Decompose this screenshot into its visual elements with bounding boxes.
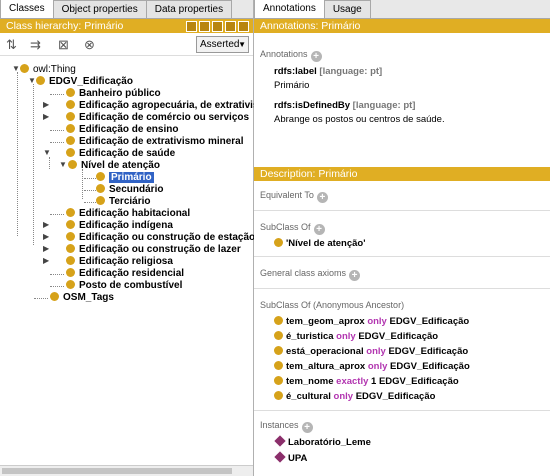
hierarchy-toolbar: ⇅ ⇉ ⊠ ⊗ Asserted ▼: [0, 33, 253, 56]
collapse-toggle-icon[interactable]: ▼: [43, 148, 51, 157]
equivalent-label: Equivalent To: [260, 190, 314, 200]
minimize-icon[interactable]: [212, 21, 223, 32]
class-hierarchy-title: Class hierarchy: Primário: [6, 20, 124, 32]
add-instance-button[interactable]: +: [301, 422, 313, 433]
subclass-section: SubClass Of +: [260, 222, 325, 235]
right-tabbar: Annotations Usage: [254, 0, 550, 19]
tree-node[interactable]: Posto de combustível: [66, 280, 182, 292]
deprecate-icon[interactable]: ⊗: [84, 37, 95, 53]
subclass-item[interactable]: 'Nível de atenção': [274, 238, 366, 249]
expand-toggle-icon[interactable]: ▶: [43, 220, 49, 229]
asserted-value: Asserted: [200, 39, 240, 50]
tree-node[interactable]: Edificação ou construção de lazer: [66, 244, 241, 256]
equivalent-section: Equivalent To +: [260, 190, 328, 203]
tree-node[interactable]: Edificação de comércio ou serviços: [66, 112, 249, 124]
tree-node[interactable]: Edificação de extrativismo mineral: [66, 136, 244, 148]
annotation-value: Abrange os postos ou centros de saúde.: [274, 114, 445, 125]
add-subclass-button[interactable]: +: [313, 224, 325, 235]
restriction-item[interactable]: tem_altura_aprox only EDGV_Edificação: [274, 361, 470, 372]
expand-toggle-icon[interactable]: ▶: [43, 232, 49, 241]
annotation-defined-row: rdfs:isDefinedBy [language: pt]: [274, 100, 415, 111]
expand-toggle-icon[interactable]: ▶: [43, 100, 49, 109]
axioms-label: General class axioms: [260, 268, 347, 278]
expand-toggle-icon[interactable]: ▶: [43, 244, 49, 253]
tree-node[interactable]: Edificação religiosa: [66, 256, 173, 268]
tab-object-properties[interactable]: Object properties: [52, 0, 147, 18]
class-tree: ▼ owl:Thing ▼ EDGV_Edificação Banheiro p…: [0, 64, 274, 464]
scrollbar-thumb[interactable]: [2, 468, 232, 474]
tree-node[interactable]: Edificação residencial: [66, 268, 184, 280]
annotations-section-label: Annotations: [260, 49, 308, 59]
add-subclass-icon[interactable]: ⇅: [6, 37, 17, 53]
restriction-item[interactable]: está_operacional only EDGV_Edificação: [274, 346, 468, 357]
annotations-header: Annotations: Primário: [254, 19, 550, 33]
description-title: Description: Primário: [260, 168, 358, 180]
tree-node-nivel[interactable]: Nível de atenção: [68, 160, 160, 172]
collapse-toggle-icon[interactable]: ▼: [12, 64, 20, 73]
chevron-down-icon: ▼: [238, 40, 246, 49]
tree-node-owl-thing[interactable]: owl:Thing: [20, 64, 76, 76]
collapse-toggle-icon[interactable]: ▼: [28, 76, 36, 85]
tab-classes[interactable]: Classes: [0, 0, 54, 18]
class-hierarchy-header: Class hierarchy: Primário: [0, 19, 253, 33]
tree-node[interactable]: Edificação agropecuária, de extrativismo: [66, 100, 274, 112]
add-axiom-button[interactable]: +: [349, 270, 361, 281]
tree-node-primario[interactable]: Primário: [96, 172, 154, 184]
tree-node[interactable]: Edificação ou construção de estação de: [66, 232, 270, 244]
restriction-item[interactable]: é_cultural only EDGV_Edificação: [274, 391, 435, 402]
description-header: Description: Primário: [254, 167, 550, 181]
tree-node[interactable]: Edificação de ensino: [66, 124, 178, 136]
annotation-key: rdfs:label: [274, 66, 317, 77]
subclass-label: SubClass Of: [260, 222, 311, 232]
instances-section: Instances +: [260, 420, 313, 433]
add-annotation-button[interactable]: +: [310, 51, 322, 62]
restriction-item[interactable]: é_turistica only EDGV_Edificação: [274, 331, 438, 342]
instance-item[interactable]: UPA: [274, 451, 307, 464]
close-icon[interactable]: [238, 21, 249, 32]
add-sibling-icon[interactable]: ⇉: [30, 37, 41, 53]
expand-toggle-icon[interactable]: ▶: [43, 256, 49, 265]
tree-node-saude[interactable]: Edificação de saúde: [66, 148, 175, 160]
annotation-value: Primário: [274, 80, 310, 91]
tree-node[interactable]: Banheiro público: [66, 88, 161, 100]
tree-node[interactable]: Terciário: [96, 196, 151, 208]
instances-label: Instances: [260, 420, 299, 430]
anon-ancestor-section: SubClass Of (Anonymous Ancestor): [260, 300, 405, 310]
annotation-key: rdfs:isDefinedBy: [274, 100, 351, 111]
tree-node-osm[interactable]: OSM_Tags: [50, 292, 114, 304]
horizontal-scrollbar[interactable]: [0, 465, 253, 476]
add-equivalent-button[interactable]: +: [316, 192, 328, 203]
collapse-toggle-icon[interactable]: ▼: [59, 160, 67, 169]
restriction-item[interactable]: tem_geom_aprox only EDGV_Edificação: [274, 316, 469, 327]
annotation-lang: [language: pt]: [352, 100, 416, 111]
tree-node[interactable]: Edificação indígena: [66, 220, 173, 232]
class-hierarchy-pane: Classes Object properties Data propertie…: [0, 0, 274, 476]
tab-annotations[interactable]: Annotations: [254, 0, 325, 18]
instance-item[interactable]: Laboratório_Leme: [274, 435, 371, 448]
annotation-label-row: rdfs:label [language: pt]: [274, 66, 382, 77]
tree-node[interactable]: Secundário: [96, 184, 163, 196]
expand-toggle-icon[interactable]: ▶: [43, 112, 49, 121]
restriction-item[interactable]: tem_nome exactly 1 EDGV_Edificação: [274, 376, 459, 387]
delete-class-icon[interactable]: ⊠: [58, 37, 69, 53]
tree-node-edgv[interactable]: EDGV_Edificação: [36, 76, 133, 88]
tree-node[interactable]: Edificação habitacional: [66, 208, 190, 220]
pin-icon[interactable]: [186, 21, 197, 32]
maximize-icon[interactable]: [225, 21, 236, 32]
left-tabbar: Classes Object properties Data propertie…: [0, 0, 253, 19]
tab-usage[interactable]: Usage: [323, 0, 371, 18]
annotations-title: Annotations: Primário: [260, 20, 361, 32]
tab-data-properties[interactable]: Data properties: [145, 0, 233, 18]
details-pane: Annotations Usage Annotations: Primário …: [254, 0, 550, 476]
asserted-select[interactable]: Asserted ▼: [196, 36, 249, 53]
split-icon[interactable]: [199, 21, 210, 32]
axioms-section: General class axioms +: [260, 268, 361, 281]
annotation-lang: [language: pt]: [319, 66, 383, 77]
annotations-section: Annotations +: [260, 49, 322, 62]
